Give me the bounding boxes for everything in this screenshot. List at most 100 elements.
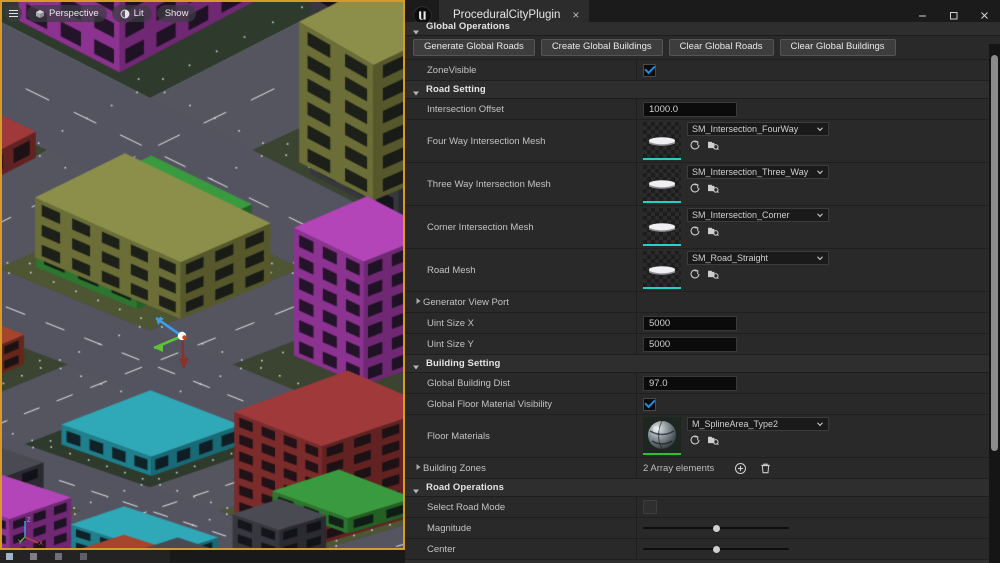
label-cell-center: Center <box>405 539 637 559</box>
viewport-3d-scene[interactable] <box>0 0 405 550</box>
asset-controls-three-way-mesh: SM_Intersection_Three_Way <box>687 165 829 194</box>
label-cell-four-way-mesh: Four Way Intersection Mesh <box>405 120 637 162</box>
create-global-buildings-button[interactable]: Create Global Buildings <box>540 39 663 56</box>
section-header-road-operations[interactable]: Road Operations <box>405 479 1000 497</box>
label-intersection-offset: Intersection Offset <box>427 103 504 115</box>
details-panel[interactable]: Global Operations Generate Global Roads … <box>405 22 1000 563</box>
row-building-zones[interactable]: Building Zones 2 Array elements <box>405 458 1000 479</box>
reset-arrow-icon[interactable] <box>689 268 701 280</box>
value-cell-global-floor-material-visibility <box>637 394 1000 414</box>
perspective-button[interactable]: Perspective <box>27 5 107 22</box>
add-element-icon[interactable] <box>734 462 747 475</box>
clear-global-roads-button[interactable]: Clear Global Roads <box>668 39 774 56</box>
select-road-mode-checkbox[interactable] <box>643 500 657 514</box>
asset-picker-four-way-mesh: SM_Intersection_FourWay <box>643 119 829 163</box>
thumb-accent-bar <box>643 453 681 455</box>
uint-size-y-input[interactable]: 5000 <box>643 336 737 352</box>
global-building-dist-input[interactable]: 97.0 <box>643 375 737 391</box>
mesh-thumbnail[interactable] <box>643 122 681 160</box>
asset-mini-icons-four-way <box>687 139 829 151</box>
asset-mini-icons-floor-materials <box>687 434 829 446</box>
four-way-mesh-dropdown[interactable]: SM_Intersection_FourWay <box>687 122 829 136</box>
floor-materials-dropdown[interactable]: M_SplineArea_Type2 <box>687 417 829 431</box>
uint-size-x-input[interactable]: 5000 <box>643 315 737 331</box>
label-cell-uint-size-y: Uint Size Y <box>405 334 637 354</box>
thumb-accent-bar <box>643 244 681 246</box>
section-header-global-operations[interactable]: Global Operations <box>405 22 1000 36</box>
row-intersection-offset: Intersection Offset 1000.0 <box>405 99 1000 120</box>
global-floor-material-visibility-checkbox[interactable] <box>643 397 656 411</box>
label-generator-view-port: Generator View Port <box>423 296 509 308</box>
material-sphere-thumbnail[interactable] <box>643 417 681 455</box>
chevron-down-icon <box>817 256 823 261</box>
mesh-thumbnail[interactable] <box>643 165 681 203</box>
generate-global-roads-button[interactable]: Generate Global Roads <box>413 39 535 56</box>
intersection-offset-input[interactable]: 1000.0 <box>643 101 737 117</box>
reset-arrow-icon[interactable] <box>689 139 701 151</box>
lit-button[interactable]: Lit <box>111 5 152 22</box>
reset-arrow-icon[interactable] <box>689 434 701 446</box>
label-cell-magnitude: Magnitude <box>405 518 637 538</box>
section-header-road-setting[interactable]: Road Setting <box>405 81 1000 99</box>
intersection-offset-value: 1000.0 <box>649 103 679 115</box>
value-cell-road-mesh: SM_Road_Straight <box>637 249 1000 291</box>
zone-visible-checkbox[interactable] <box>643 63 656 77</box>
value-cell-four-way-mesh: SM_Intersection_FourWay <box>637 120 1000 162</box>
tab-close-icon[interactable]: × <box>572 9 579 21</box>
hamburger-icon <box>9 10 18 17</box>
three-way-mesh-dropdown[interactable]: SM_Intersection_Three_Way <box>687 165 829 179</box>
taskbar-app-icon-1[interactable] <box>30 553 37 560</box>
browse-content-icon[interactable] <box>707 182 719 194</box>
row-generator-view-port[interactable]: Generator View Port <box>405 292 1000 313</box>
center-slider-handle[interactable] <box>712 545 720 553</box>
label-zone-visible: ZoneVisible <box>427 64 477 76</box>
magnitude-slider-handle[interactable] <box>712 524 720 532</box>
browse-content-icon[interactable] <box>707 434 719 446</box>
level-viewport[interactable]: Z Y X Perspective Lit Show <box>0 0 405 550</box>
triangle-down-icon <box>411 85 421 95</box>
thumb-accent-bar <box>643 201 681 203</box>
chevron-down-icon <box>817 127 823 132</box>
viewport-menu-button[interactable] <box>5 5 22 22</box>
four-way-mesh-value: SM_Intersection_FourWay <box>692 124 799 134</box>
taskbar-app-icon-2[interactable] <box>55 553 62 560</box>
value-cell-three-way-mesh: SM_Intersection_Three_Way <box>637 163 1000 205</box>
road-mesh-dropdown[interactable]: SM_Road_Straight <box>687 251 829 265</box>
label-road-mesh: Road Mesh <box>427 264 476 276</box>
clear-global-buildings-button[interactable]: Clear Global Buildings <box>779 39 896 56</box>
global-buttons-bar: Generate Global Roads Create Global Buil… <box>405 36 896 59</box>
delete-element-icon[interactable] <box>759 462 772 475</box>
value-cell-floor-materials: M_SplineArea_Type2 <box>637 415 1000 457</box>
label-cell-global-building-dist: Global Building Dist <box>405 373 637 393</box>
chevron-down-icon <box>817 422 823 427</box>
label-four-way-mesh: Four Way Intersection Mesh <box>427 135 546 147</box>
mesh-thumbnail[interactable] <box>643 251 681 289</box>
reset-arrow-icon[interactable] <box>689 182 701 194</box>
section-header-building-setting[interactable]: Building Setting <box>405 355 1000 373</box>
row-global-floor-material-visibility: Global Floor Material Visibility <box>405 394 1000 415</box>
section-label-global-operations: Global Operations <box>426 22 511 32</box>
center-slider[interactable] <box>643 543 789 555</box>
mesh-thumbnail[interactable] <box>643 208 681 246</box>
value-cell-center <box>637 539 1000 559</box>
transform-gizmo[interactable] <box>140 298 220 378</box>
magnitude-slider[interactable] <box>643 522 789 534</box>
show-button[interactable]: Show <box>156 5 197 22</box>
browse-content-icon[interactable] <box>707 225 719 237</box>
triangle-right-icon[interactable] <box>413 293 423 311</box>
taskbar-folder-icon[interactable] <box>6 553 13 560</box>
taskbar-app-icon-3[interactable] <box>80 553 87 560</box>
asset-picker-road-mesh: SM_Road_Straight <box>643 248 829 292</box>
browse-content-icon[interactable] <box>707 268 719 280</box>
corner-mesh-dropdown[interactable]: SM_Intersection_Corner <box>687 208 829 222</box>
reset-arrow-icon[interactable] <box>689 225 701 237</box>
triangle-down-icon <box>411 24 421 34</box>
browse-content-icon[interactable] <box>707 139 719 151</box>
vertical-scrollbar[interactable] <box>991 55 998 451</box>
label-cell-select-road-mode: Select Road Mode <box>405 497 637 517</box>
label-cell-generator-view-port: Generator View Port <box>405 292 637 312</box>
os-taskbar[interactable] <box>0 550 405 563</box>
row-uint-size-x: Uint Size X 5000 <box>405 313 1000 334</box>
triangle-right-icon[interactable] <box>413 459 423 477</box>
label-global-floor-material-visibility: Global Floor Material Visibility <box>427 398 552 410</box>
